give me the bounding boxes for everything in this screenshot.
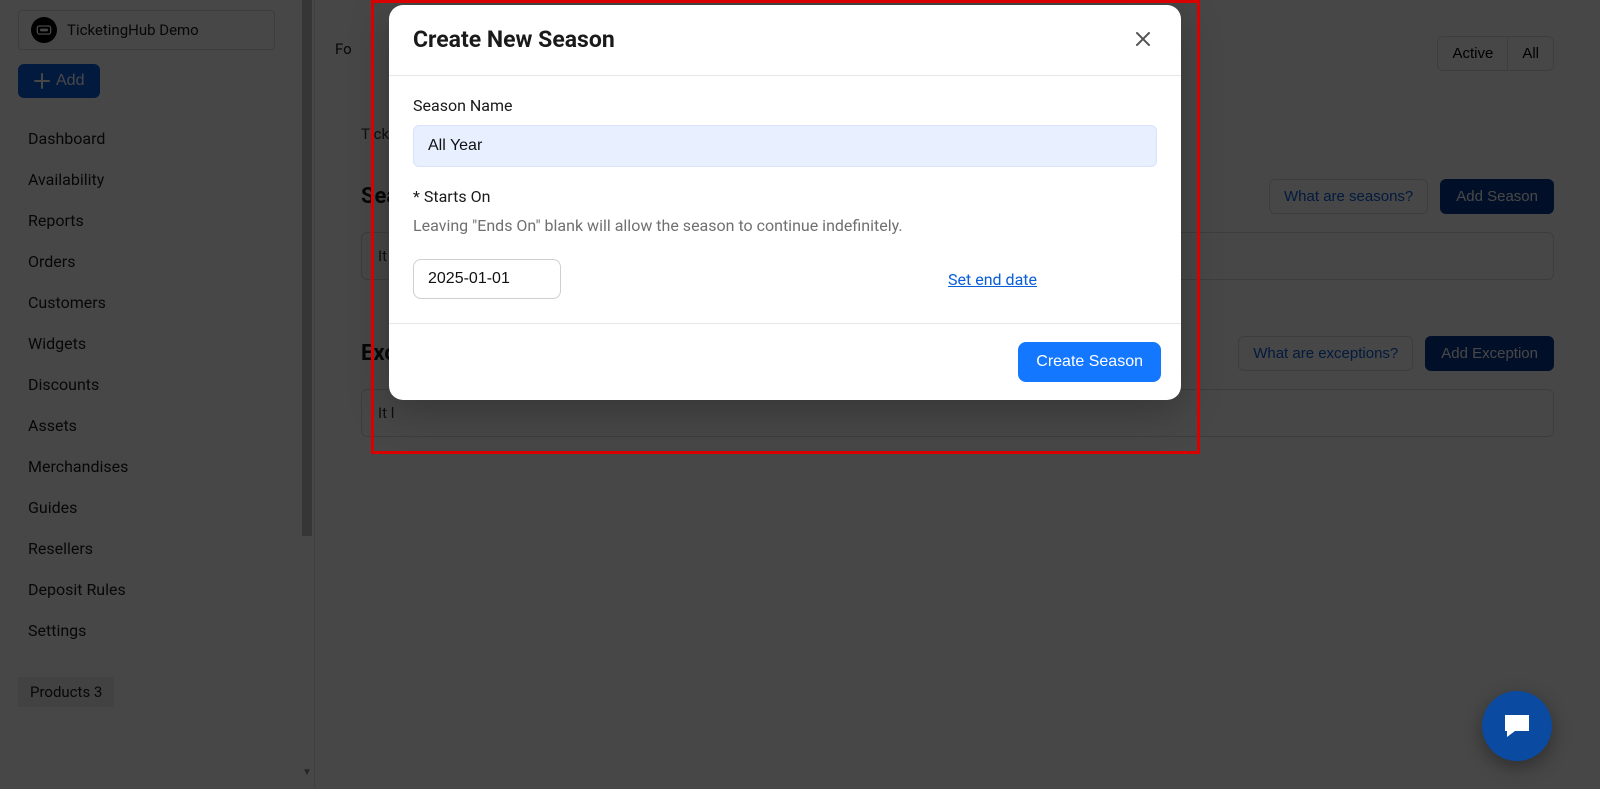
sidebar-item-customers[interactable]: Customers (18, 282, 296, 323)
add-button[interactable]: Add (18, 64, 100, 98)
sidebar: ▲ ▼ TicketingHub Demo Add Dashboard Avai… (0, 0, 315, 789)
sidebar-item-resellers[interactable]: Resellers (18, 528, 296, 569)
chat-fab-button[interactable] (1482, 691, 1552, 761)
create-season-modal: Create New Season Season Name * Starts O… (389, 5, 1181, 400)
season-name-label: Season Name (413, 96, 1157, 115)
sidebar-scrollbar-thumb[interactable] (302, 0, 312, 536)
partial-text: Fo (335, 40, 352, 58)
add-button-label: Add (56, 72, 84, 90)
sidebar-item-guides[interactable]: Guides (18, 487, 296, 528)
sidebar-item-discounts[interactable]: Discounts (18, 364, 296, 405)
ends-on-helper-text: Leaving "Ends On" blank will allow the s… (413, 216, 1157, 235)
sidebar-item-label: Assets (28, 416, 77, 435)
sidebar-item-widgets[interactable]: Widgets (18, 323, 296, 364)
sidebar-item-label: Reports (28, 211, 84, 230)
sidebar-item-label: Dashboard (28, 129, 105, 148)
start-date-input[interactable] (413, 259, 561, 299)
sidebar-item-reports[interactable]: Reports (18, 200, 296, 241)
set-end-date-link[interactable]: Set end date (948, 270, 1037, 289)
season-name-input[interactable] (413, 125, 1157, 167)
sidebar-item-label: Orders (28, 252, 75, 271)
sidebar-item-label: Discounts (28, 375, 99, 394)
sidebar-item-assets[interactable]: Assets (18, 405, 296, 446)
add-season-button[interactable]: Add Season (1440, 179, 1554, 214)
modal-title: Create New Season (413, 26, 615, 53)
chat-icon (1501, 710, 1533, 742)
sidebar-nav: Dashboard Availability Reports Orders Cu… (18, 118, 296, 651)
modal-close-button[interactable] (1129, 25, 1157, 53)
sidebar-item-label: Deposit Rules (28, 580, 126, 599)
org-logo-icon (31, 17, 57, 43)
sidebar-item-availability[interactable]: Availability (18, 159, 296, 200)
sidebar-item-label: Widgets (28, 334, 86, 353)
status-toggle: Active All (1437, 36, 1554, 71)
sidebar-item-label: Customers (28, 293, 106, 312)
scroll-down-icon[interactable]: ▼ (302, 765, 312, 779)
sidebar-item-deposit-rules[interactable]: Deposit Rules (18, 569, 296, 610)
seasons-help-link[interactable]: What are seasons? (1269, 179, 1428, 214)
org-selector[interactable]: TicketingHub Demo (18, 10, 275, 50)
close-icon (1133, 29, 1153, 49)
add-exception-button[interactable]: Add Exception (1425, 336, 1554, 371)
sidebar-item-label: Availability (28, 170, 104, 189)
sidebar-item-merchandises[interactable]: Merchandises (18, 446, 296, 487)
sidebar-scrollbar-track[interactable] (302, 0, 312, 536)
org-name: TicketingHub Demo (67, 21, 199, 39)
sidebar-item-label: Merchandises (28, 457, 128, 476)
products-count-chip[interactable]: Products 3 (18, 677, 114, 707)
sidebar-item-orders[interactable]: Orders (18, 241, 296, 282)
toggle-active[interactable]: Active (1438, 37, 1507, 70)
sidebar-item-label: Settings (28, 621, 86, 640)
create-season-submit-button[interactable]: Create Season (1018, 342, 1161, 382)
sidebar-item-label: Resellers (28, 539, 93, 558)
sidebar-item-settings[interactable]: Settings (18, 610, 296, 651)
plus-icon (34, 73, 50, 89)
sidebar-item-label: Guides (28, 498, 77, 517)
toggle-all[interactable]: All (1507, 37, 1553, 70)
exceptions-help-link[interactable]: What are exceptions? (1238, 336, 1413, 371)
starts-on-label: * Starts On (413, 187, 1157, 206)
sidebar-item-dashboard[interactable]: Dashboard (18, 118, 296, 159)
